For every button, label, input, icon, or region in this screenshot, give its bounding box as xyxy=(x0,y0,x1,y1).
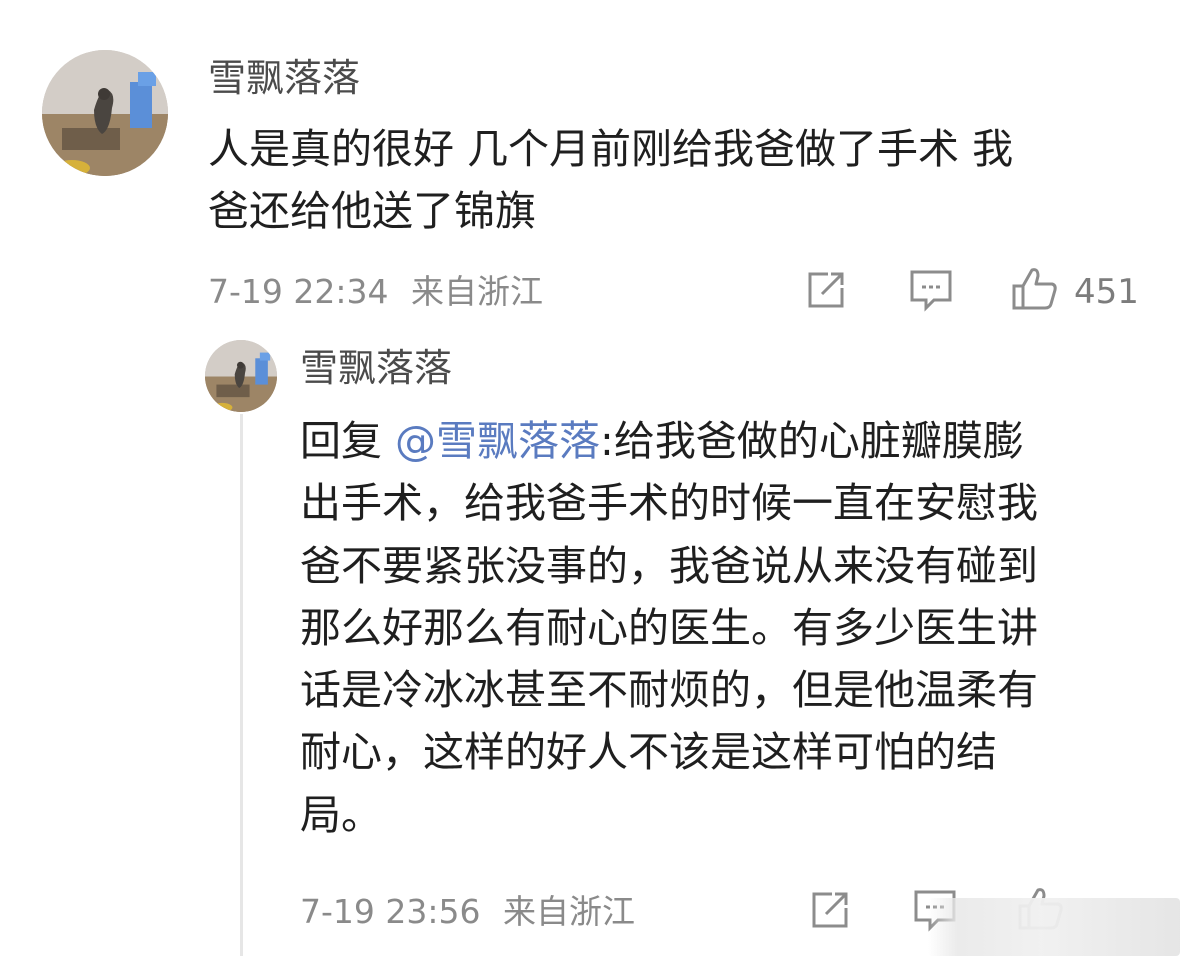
comment-text: 人是真的很好 几个月前刚给我爸做了手术 我 爸还给他送了锦旗 xyxy=(208,118,1138,242)
comment-text-line: 人是真的很好 几个月前刚给我爸做了手术 我 xyxy=(208,125,1014,173)
share-icon[interactable] xyxy=(804,268,848,312)
reply-text: 回复 @雪飘落落:给我爸做的心脏瓣膜膨 出手术，给我爸手术的时候一直在安慰我 爸… xyxy=(300,410,1140,846)
avatar-cat-photo xyxy=(42,50,168,176)
reply-text-line: 回复 @雪飘落落:给我爸做的心脏瓣膜膨 xyxy=(300,410,1140,472)
like-count: 451 xyxy=(1074,272,1139,312)
reply-timestamp: 7-19 23:56 xyxy=(300,892,481,931)
reply-prefix: 回复 xyxy=(300,417,396,465)
like-icon[interactable] xyxy=(1010,264,1060,314)
mention-link[interactable]: @雪飘落落 xyxy=(395,417,600,465)
reply-meta: 7-19 23:56 来自浙江 xyxy=(300,892,635,932)
reply-text-line: 那么好那么有耐心的医生。有多少医生讲 xyxy=(300,603,1038,652)
comment-text-line: 爸还给他送了锦旗 xyxy=(208,187,536,235)
share-icon[interactable] xyxy=(808,888,852,932)
reply-thread-line xyxy=(240,414,243,956)
comment-timestamp: 7-19 22:34 xyxy=(208,272,389,311)
reply-text-line: 局。 xyxy=(300,790,382,839)
reply-username[interactable]: 雪飘落落 xyxy=(300,346,452,390)
avatar-cat-photo xyxy=(205,340,277,412)
reply-text-line: 话是冷冰冰甚至不耐烦的，但是他温柔有 xyxy=(300,666,1038,715)
comment-username[interactable]: 雪飘落落 xyxy=(208,56,360,100)
blur-overlay xyxy=(928,898,1180,956)
comment-icon[interactable] xyxy=(908,268,954,312)
reply-line1-rest: :给我爸做的心脏瓣膜膨 xyxy=(600,417,1024,465)
reply-text-line: 出手术，给我爸手术的时候一直在安慰我 xyxy=(300,479,1038,528)
comment-meta: 7-19 22:34 来自浙江 xyxy=(208,272,543,312)
reply-text-line: 爸不要紧张没事的，我爸说从来没有碰到 xyxy=(300,541,1038,590)
reply-text-line: 耐心，这样的好人不该是这样可怕的结 xyxy=(300,728,997,777)
reply-location: 来自浙江 xyxy=(503,892,635,931)
avatar[interactable] xyxy=(42,50,168,176)
comment-location: 来自浙江 xyxy=(411,272,543,311)
reply-avatar[interactable] xyxy=(205,340,277,412)
